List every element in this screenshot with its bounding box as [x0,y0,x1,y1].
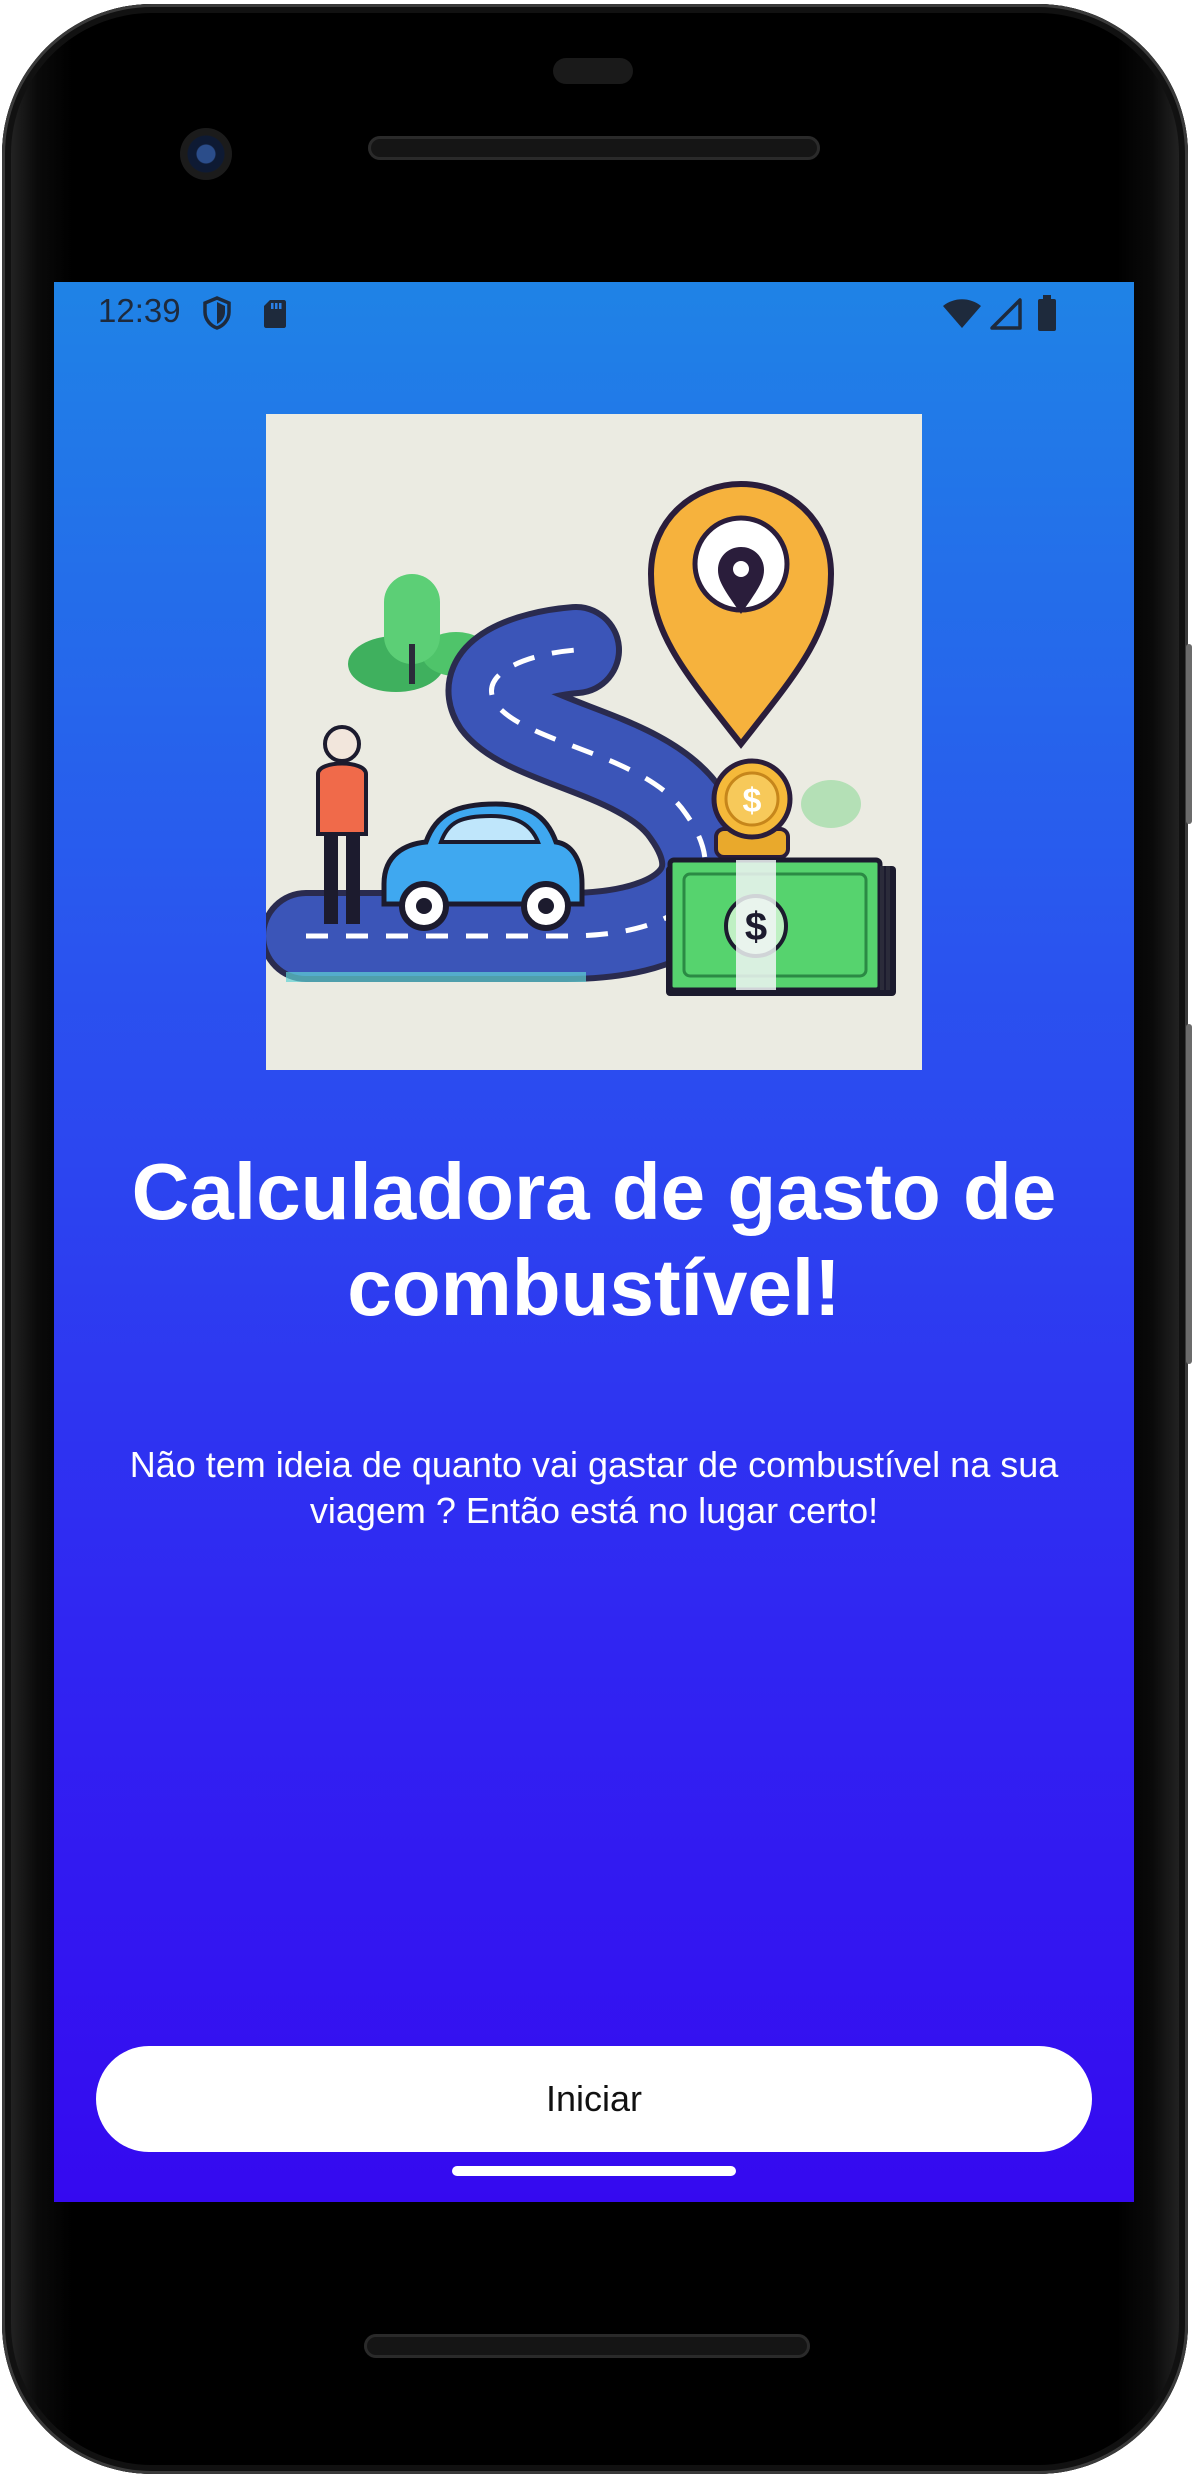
power-button [1186,644,1192,824]
coin-icon: $ [711,758,793,859]
home-indicator[interactable] [452,2166,736,2176]
start-button[interactable]: Iniciar [96,2046,1092,2152]
wifi-icon [943,299,981,328]
hero-illustration: $ $ $ [260,414,922,1070]
status-bar: 12:39 [54,282,1134,344]
front-camera-icon [180,128,232,180]
status-time: 12:39 [98,292,181,329]
page-subtitle: Não tem ideia de quanto vai gastar de co… [129,1444,1059,1531]
page-title: Calculadora de gasto de combustível! [131,1147,1057,1332]
svg-text:$: $ [745,905,767,949]
earpiece [553,58,633,84]
volume-button [1186,1024,1192,1364]
sd-card-icon [264,300,286,328]
cellular-signal-icon [990,298,1022,330]
svg-text:$: $ [743,782,762,820]
battery-icon [1038,295,1056,331]
app-screen: 12:39 $ $ Calculadora de gasto de combus… [54,282,1134,2202]
phone-frame: 12:39 $ $ Calculadora de gasto de combus… [2,4,1192,2474]
money-bills-icon: $ $ [666,857,896,996]
shield-icon [203,296,231,330]
top-speaker [368,136,820,160]
hero-illustration-art: $ $ $ [260,414,922,1070]
bottom-speaker [364,2334,810,2358]
